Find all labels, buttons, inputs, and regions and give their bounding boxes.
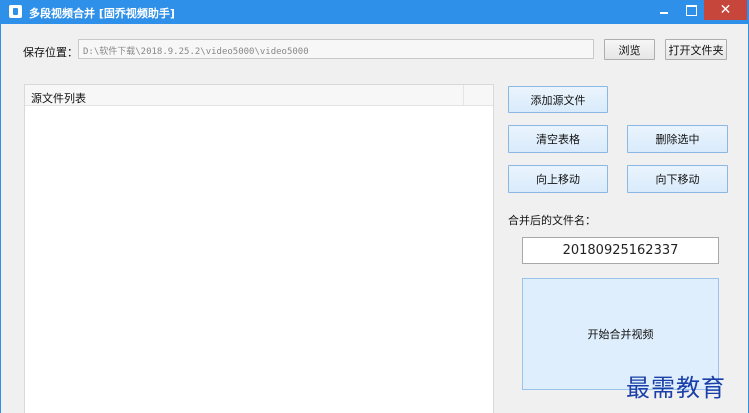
maximize-button[interactable] <box>678 0 704 20</box>
move-up-button[interactable]: 向上移动 <box>508 165 608 193</box>
list-header-label: 源文件列表 <box>31 92 86 105</box>
move-down-button[interactable]: 向下移动 <box>627 165 728 193</box>
close-button[interactable]: ✕ <box>704 0 747 20</box>
title-bar: 多段视频合并 [固乔视频助手] ✕ <box>0 0 749 24</box>
source-file-list[interactable]: 源文件列表 <box>24 84 494 413</box>
minimize-button[interactable] <box>650 0 678 20</box>
clear-table-button[interactable]: 清空表格 <box>508 125 608 153</box>
close-icon: ✕ <box>719 2 732 18</box>
browse-button[interactable]: 浏览 <box>604 39 655 60</box>
merged-filename-label: 合并后的文件名： <box>508 214 596 227</box>
maximize-icon <box>685 4 697 16</box>
watermark-text: 最需教育 <box>626 374 726 402</box>
open-folder-button[interactable]: 打开文件夹 <box>665 39 727 60</box>
add-source-file-button[interactable]: 添加源文件 <box>508 86 608 113</box>
minimize-icon <box>660 12 668 14</box>
save-location-label: 保存位置： <box>23 46 78 59</box>
list-header: 源文件列表 <box>25 85 493 106</box>
window-title: 多段视频合并 [固乔视频助手] <box>29 7 175 20</box>
delete-selected-button[interactable]: 删除选中 <box>627 125 728 153</box>
save-path-field[interactable]: D:\软件下载\2018.9.25.2\video5000\video5000 <box>78 39 594 59</box>
column-separator[interactable] <box>463 85 464 106</box>
window-border-left <box>0 24 1 413</box>
merged-filename-input[interactable]: 20180925162337 <box>522 237 719 264</box>
app-icon <box>9 5 22 18</box>
